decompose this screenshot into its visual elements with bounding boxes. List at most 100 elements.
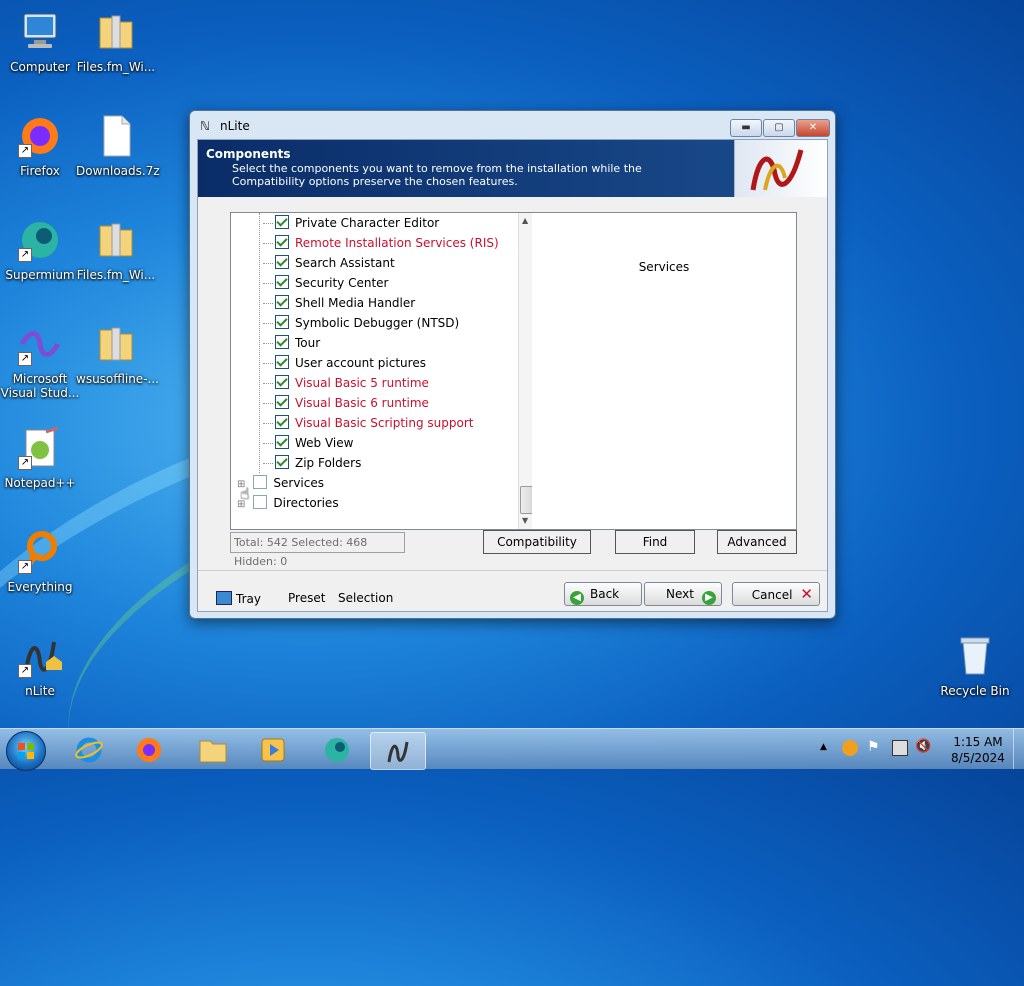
tree-item[interactable]: Web View: [263, 433, 353, 453]
nlite-icon: ↗: [16, 632, 64, 680]
taskbar-nlite[interactable]: [370, 732, 426, 770]
tree-item-label: Shell Media Handler: [295, 296, 416, 310]
checkbox[interactable]: [275, 355, 289, 369]
tree-group[interactable]: ⊞ Directories: [237, 493, 339, 513]
action-center-flag-icon[interactable]: ⚑: [867, 739, 880, 755]
cancel-button[interactable]: Cancel ✕: [732, 582, 820, 606]
firefox-icon: [137, 738, 161, 762]
back-button[interactable]: ◀ Back: [564, 582, 642, 606]
taskbar-explorer[interactable]: [186, 732, 240, 768]
firefox-icon: ↗: [16, 112, 64, 160]
desktop-icon-label: Files.fm_Wi...: [76, 60, 156, 74]
desktop-icon-downloads[interactable]: Downloads.7z: [76, 112, 160, 178]
next-button[interactable]: Next ▶: [644, 582, 722, 606]
checkbox[interactable]: [275, 235, 289, 249]
checkbox[interactable]: [275, 335, 289, 349]
tree-group[interactable]: ⊞ Services: [237, 473, 324, 493]
network-icon[interactable]: [892, 740, 908, 756]
desktop-icon-nlite[interactable]: ↗ nLite: [0, 632, 80, 698]
desktop-icon-notepadpp[interactable]: ↗ Notepad++: [0, 424, 80, 490]
checkbox[interactable]: [275, 455, 289, 469]
tree-item[interactable]: Visual Basic Scripting support: [263, 413, 473, 433]
checkbox[interactable]: [275, 215, 289, 229]
document-icon: [92, 112, 140, 160]
back-arrow-icon: ◀: [570, 591, 584, 605]
description-title: Services: [638, 260, 690, 274]
checkbox[interactable]: [253, 495, 268, 509]
tree-item[interactable]: Private Character Editor: [263, 213, 439, 233]
tree-item[interactable]: Tour: [263, 333, 320, 353]
minimize-button[interactable]: ▬: [730, 119, 762, 137]
tree-connector: [263, 243, 273, 244]
desktop-icon-label: Files.fm_Wi...: [76, 268, 156, 282]
windows-logo-icon: [18, 743, 34, 759]
tray-button[interactable]: Tray: [216, 591, 261, 606]
folder-zip-icon: [92, 320, 140, 368]
folder-icon: [199, 740, 227, 763]
taskbar-supermium[interactable]: [310, 732, 364, 768]
find-button[interactable]: Find: [615, 530, 695, 554]
checkbox[interactable]: [275, 295, 289, 309]
visual-studio-icon: ↗: [16, 320, 64, 368]
tree-item[interactable]: Search Assistant: [263, 253, 395, 273]
desktop-icon-files-fm-2[interactable]: Files.fm_Wi...: [76, 216, 156, 282]
tree-item[interactable]: Symbolic Debugger (NTSD): [263, 313, 459, 333]
shortcut-arrow-icon: ↗: [18, 560, 32, 574]
desktop-icon-label: Recycle Bin: [940, 684, 1010, 698]
tree-item[interactable]: Zip Folders: [263, 453, 361, 473]
start-button[interactable]: [6, 731, 46, 771]
taskbar-clock[interactable]: 1:15 AM 8/5/2024: [948, 734, 1008, 766]
folder-zip-icon: [92, 8, 140, 56]
desktop-icon-everything[interactable]: ↗ Everything: [0, 528, 80, 594]
supermium-icon: ↗: [16, 216, 64, 264]
desktop-icon-visual-studio[interactable]: ↗ Microsoft Visual Stud...: [0, 320, 80, 400]
title-bar[interactable]: ℕ nLite ▬ ▢ ✕: [190, 111, 835, 139]
tree-item[interactable]: Shell Media Handler: [263, 293, 415, 313]
checkbox[interactable]: [275, 375, 289, 389]
show-desktop-button[interactable]: [1013, 729, 1024, 769]
advanced-button[interactable]: Advanced: [717, 530, 797, 554]
components-tree[interactable]: Private Character Editor Remote Installat…: [230, 212, 534, 530]
scroll-down-icon[interactable]: ▼: [522, 516, 528, 525]
tree-item[interactable]: Remote Installation Services (RIS): [263, 233, 499, 253]
volume-muted-icon[interactable]: 🔇: [915, 739, 931, 754]
desktop-icon-label: Downloads.7z: [76, 164, 160, 178]
tree-connector: [263, 223, 273, 224]
tree-item-label: Remote Installation Services (RIS): [295, 236, 499, 250]
recycle-bin-icon: [951, 632, 999, 680]
checkbox[interactable]: [275, 275, 289, 289]
nlite-icon: [387, 741, 409, 763]
supermium-icon: [325, 738, 349, 762]
hand-cursor-icon: ☝: [240, 484, 250, 503]
tray-update-icon[interactable]: [842, 740, 858, 756]
everything-icon: ↗: [16, 528, 64, 576]
tree-item[interactable]: Visual Basic 6 runtime: [263, 393, 429, 413]
preset-button[interactable]: Preset: [288, 591, 325, 605]
compatibility-button[interactable]: Compatibility: [483, 530, 591, 554]
desktop-icon-wsusoffline[interactable]: wsusoffline-...: [76, 320, 159, 386]
maximize-button[interactable]: ▢: [763, 119, 795, 137]
selection-button[interactable]: Selection: [338, 591, 393, 605]
tree-connector: [263, 423, 273, 424]
desktop-icon-computer[interactable]: Computer: [0, 8, 80, 74]
checkbox[interactable]: [275, 395, 289, 409]
taskbar-firefox[interactable]: [122, 732, 176, 768]
checkbox[interactable]: [275, 435, 289, 449]
taskbar: ▲ ⚑ 🔇 1:15 AM 8/5/2024: [0, 728, 1024, 771]
show-hidden-icons-button[interactable]: ▲: [820, 742, 827, 752]
checkbox[interactable]: [275, 315, 289, 329]
desktop-icon-recycle-bin[interactable]: Recycle Bin: [935, 632, 1015, 698]
checkbox[interactable]: [253, 475, 268, 489]
desktop-icon-supermium[interactable]: ↗ Supermium: [0, 216, 80, 282]
taskbar-internet-explorer[interactable]: [62, 732, 116, 768]
desktop-icon-files-fm-1[interactable]: Files.fm_Wi...: [76, 8, 156, 74]
checkbox[interactable]: [275, 255, 289, 269]
tree-item[interactable]: User account pictures: [263, 353, 426, 373]
close-button[interactable]: ✕: [796, 119, 830, 137]
desktop-icon-firefox[interactable]: ↗ Firefox: [0, 112, 80, 178]
tree-item[interactable]: Visual Basic 5 runtime: [263, 373, 429, 393]
scroll-up-icon[interactable]: ▲: [522, 216, 528, 225]
tree-item[interactable]: Security Center: [263, 273, 388, 293]
taskbar-media-player[interactable]: [246, 732, 300, 768]
checkbox[interactable]: [275, 415, 289, 429]
